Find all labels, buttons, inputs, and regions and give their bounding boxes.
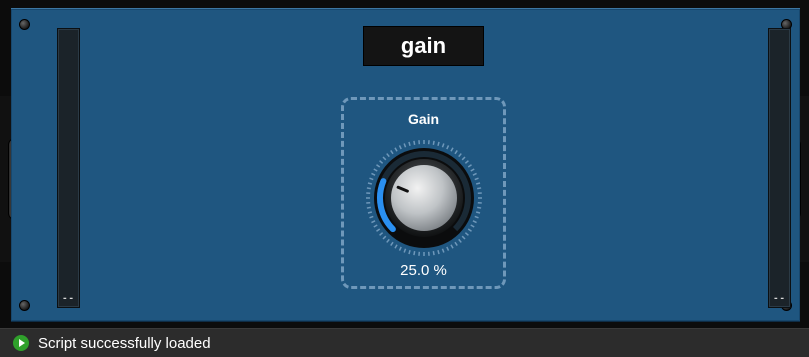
play-icon — [13, 335, 29, 351]
gain-value-readout: 25.0 % — [344, 262, 503, 279]
knob-tick — [476, 212, 480, 213]
screw-icon — [19, 19, 30, 30]
knob-tick — [376, 229, 379, 231]
knob-tick — [462, 236, 465, 239]
knob-tick — [368, 212, 372, 213]
knob-tick — [476, 183, 480, 184]
level-meter-right: -- — [768, 28, 791, 308]
knob-tick — [433, 141, 434, 145]
knob-tick — [451, 148, 453, 151]
knob-tick — [380, 233, 383, 236]
knob-tick — [442, 249, 443, 253]
knob-tick — [404, 249, 405, 253]
knob-tick — [414, 141, 415, 145]
knob-tick — [462, 157, 465, 160]
knob-tick — [387, 239, 390, 242]
knob-tick — [477, 207, 481, 208]
gain-control-panel: Gain — [341, 97, 506, 289]
knob-tick — [414, 251, 415, 255]
knob-tick — [387, 154, 390, 157]
knob-tick — [367, 188, 371, 189]
knob-tick — [465, 161, 468, 164]
knob-tick — [391, 150, 393, 153]
knob-tick — [459, 154, 462, 157]
gain-knob-label: Gain — [344, 111, 503, 127]
knob-tick — [438, 142, 439, 146]
knob-tick — [383, 157, 386, 160]
status-message: Script successfully loaded — [38, 335, 211, 352]
plugin-title-box: gain — [363, 26, 484, 66]
knob-tick — [369, 178, 373, 179]
knob-tick — [447, 145, 449, 149]
knob-tick — [468, 165, 471, 167]
knob-tick — [395, 245, 397, 248]
knob-tick — [471, 169, 474, 171]
knob-tick — [369, 216, 373, 217]
knob-tick — [368, 183, 372, 184]
knob-tick — [367, 207, 371, 208]
knob-tick — [438, 250, 439, 254]
plugin-frame: -- -- gain Gain — [0, 8, 809, 320]
knob-tick — [455, 242, 457, 245]
knob-tick — [395, 148, 397, 151]
knob-tick — [455, 150, 457, 153]
meter-left-readout: -- — [58, 294, 79, 304]
knob-tick — [465, 233, 468, 236]
knob-tick — [459, 239, 462, 242]
plugin-panel: -- -- gain Gain — [11, 8, 800, 322]
knob-tick — [442, 143, 443, 147]
knob-tick — [374, 225, 377, 227]
knob-tick — [475, 178, 479, 179]
knob-tick — [473, 173, 477, 175]
knob-tick — [404, 143, 405, 147]
meter-right-readout: -- — [769, 294, 790, 304]
screw-icon — [19, 300, 30, 311]
knob-tick — [376, 165, 379, 167]
knob-tick — [475, 216, 479, 217]
knob-tick — [471, 225, 474, 227]
knob-tick — [399, 145, 401, 149]
knob-tick — [374, 169, 377, 171]
plugin-title: gain — [401, 33, 446, 59]
knob-tick — [468, 229, 471, 231]
knob-tick — [383, 236, 386, 239]
knob-tick — [371, 221, 375, 223]
knob-tick — [451, 245, 453, 248]
status-bar: Script successfully loaded — [0, 328, 809, 357]
knob-tick — [447, 247, 449, 251]
knob-tick — [409, 250, 410, 254]
knob-cap — [391, 165, 457, 231]
knob-tick — [380, 161, 383, 164]
knob-tick — [391, 242, 393, 245]
knob-tick — [477, 188, 481, 189]
gain-knob[interactable] — [362, 136, 486, 260]
knob-tick — [433, 251, 434, 255]
knob-tick — [399, 247, 401, 251]
knob-tick — [409, 142, 410, 146]
level-meter-left: -- — [57, 28, 80, 308]
knob-tick — [473, 221, 477, 223]
knob-tick — [371, 173, 375, 175]
